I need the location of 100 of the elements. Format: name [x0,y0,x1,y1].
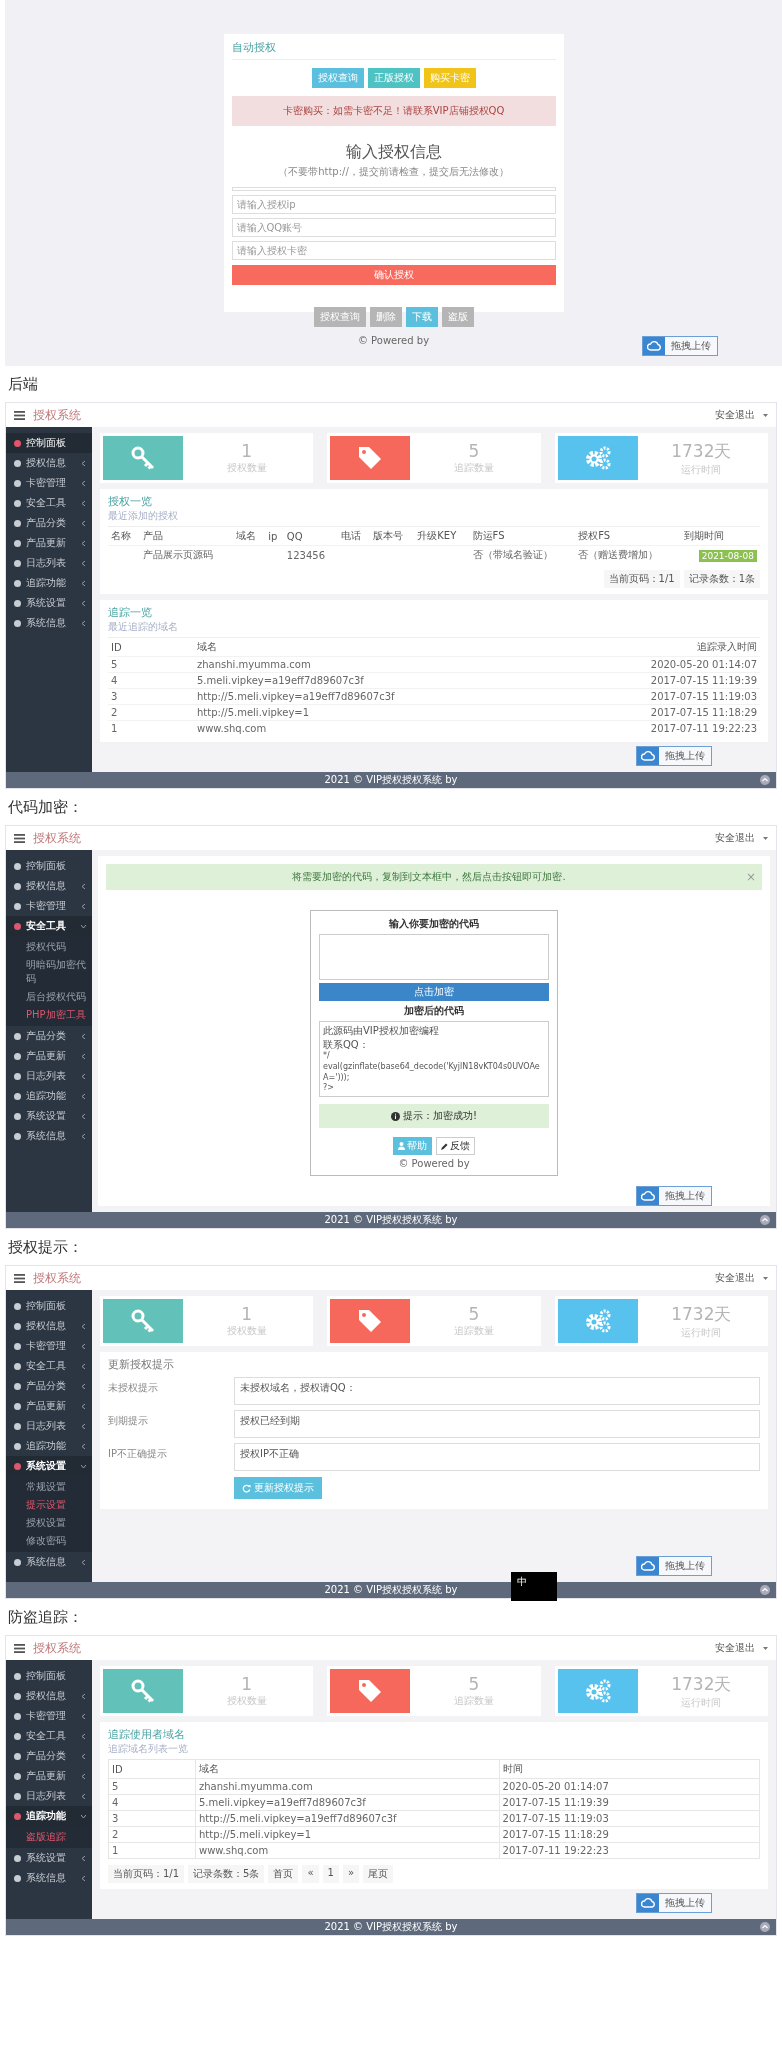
upload-button[interactable]: 拖拽上传 [642,336,718,356]
caret-icon[interactable] [763,836,768,840]
text-area-field[interactable]: 授权已经到期 [234,1410,760,1439]
sidebar-item[interactable]: 安全工具 [6,916,92,936]
sidebar-item[interactable]: 日志列表 [6,1416,92,1437]
submenu-item[interactable]: 提示设置 [6,1496,92,1515]
sidebar-item[interactable]: 产品分类 [6,1746,92,1767]
submenu-item[interactable]: 明暗码加密代码 [6,956,92,988]
stat-value: 1732天 [671,439,732,463]
sidebar-item[interactable]: 控制面板 [6,433,92,453]
sidebar-item[interactable]: 系统信息 [6,1552,92,1573]
sidebar-item[interactable]: 系统设置 [6,1106,92,1126]
text-area-field[interactable]: 授权IP不正确 [234,1443,760,1472]
sidebar-item[interactable]: 日志列表 [6,1786,92,1807]
sidebar-item[interactable]: 追踪功能 [6,1086,92,1106]
sidebar-item[interactable]: 产品更新 [6,1396,92,1417]
sidebar-item[interactable]: 系统设置 [6,593,92,613]
logout-link[interactable]: 安全退出 [715,1641,755,1656]
menu-icon[interactable] [14,410,25,420]
warning-alert: 卡密购买：如需卡密不足！请联系VIP店铺授权QQ [231,96,556,126]
sidebar-item[interactable]: 卡密管理 [6,473,92,493]
brand-title: 授权系统 [33,1639,81,1657]
sidebar-item[interactable]: 控制面板 [6,856,92,876]
bullet-icon [14,1362,21,1370]
sidebar-item[interactable]: 产品更新 [6,533,92,553]
submenu-item[interactable]: 授权设置 [6,1514,92,1533]
pager-item[interactable]: 首页 [268,1865,299,1884]
sidebar-item[interactable]: 安全工具 [6,1356,92,1377]
bullet-icon [14,1422,21,1430]
sidebar-item[interactable]: 追踪功能 [6,573,92,593]
sidebar-item[interactable]: 日志列表 [6,1066,92,1086]
sidebar-item[interactable]: 系统设置 [6,1456,92,1477]
submenu-item[interactable]: 修改密码 [6,1532,92,1551]
logout-link[interactable]: 安全退出 [715,1271,755,1286]
feedback-button[interactable]: 反馈 [436,1137,475,1156]
pager-item[interactable]: » [342,1865,360,1884]
menu-icon[interactable] [14,1643,25,1653]
submenu-item[interactable]: 后台授权代码 [6,988,92,1006]
logout-link[interactable]: 安全退出 [715,831,755,845]
sidebar-item[interactable]: 追踪功能 [6,1436,92,1457]
code-output-field[interactable]: 此源码由VIP授权加密编程 联系QQ： */ eval(gzinflate(base64_decode('KyjlN18vKT04s0UVOAeA='))); ?> [319,1021,549,1098]
sidebar-item[interactable]: 系统信息 [6,613,92,633]
sidebar-item[interactable]: 卡密管理 [6,1336,92,1357]
caret-icon[interactable] [763,1646,768,1650]
pager-item[interactable]: 记录条数：5条 [188,1865,265,1884]
submenu-item[interactable]: 盗版追踪 [6,1828,92,1847]
pager-item[interactable]: 尾页 [363,1865,394,1884]
upload-button[interactable]: 拖拽上传 [636,746,712,766]
scroll-top-icon[interactable] [760,1585,770,1596]
form-hint: （不要带http://，提交前请检查，提交后无法修改） [277,165,510,179]
sidebar-item[interactable]: 产品分类 [6,1376,92,1397]
sidebar-item[interactable]: 控制面板 [6,1666,92,1687]
sidebar-item[interactable]: 产品更新 [6,1046,92,1066]
sidebar-item[interactable]: 安全工具 [6,493,92,513]
scroll-top-icon[interactable] [760,775,770,785]
pager-item[interactable]: 1 [322,1865,339,1884]
sidebar-item[interactable]: 授权信息 [6,876,92,896]
sidebar-item[interactable]: 授权信息 [6,453,92,473]
caret-icon[interactable] [763,413,768,417]
sidebar-item[interactable]: 卡密管理 [6,1706,92,1727]
sidebar-item[interactable]: 产品更新 [6,1766,92,1787]
caret-icon[interactable] [763,1276,768,1280]
logout-link[interactable]: 安全退出 [715,408,755,422]
submenu-item[interactable]: 授权代码 [6,938,92,956]
pager-item[interactable]: 当前页码：1/1 [108,1865,185,1884]
sidebar-item[interactable]: 日志列表 [6,553,92,573]
footer-text: 2021 © VIP授权授权系统 by [324,1583,458,1598]
submenu-item[interactable]: 常规设置 [6,1478,92,1497]
panel-title: 授权一览 [108,494,153,509]
sidebar-item[interactable]: 系统信息 [6,1126,92,1146]
input-field[interactable] [231,187,556,191]
sidebar-item[interactable]: 系统信息 [6,1868,92,1889]
sidebar-item[interactable]: 授权信息 [6,1686,92,1707]
sidebar-item[interactable]: 安全工具 [6,1726,92,1747]
table-cell: 否（赠送费增加） [578,549,659,560]
encrypt-button[interactable]: 点击加密 [319,983,549,1001]
table-cell: 3 [108,688,194,705]
table-cell: 2017-07-11 19:22:23 [558,720,760,736]
sidebar-item[interactable]: 追踪功能 [6,1806,92,1827]
menu-icon[interactable] [14,833,25,843]
submenu-item[interactable]: PHP加密工具 [6,1006,92,1024]
pager-item[interactable]: « [302,1865,319,1884]
stat-value: 1 [241,1304,253,1325]
column-header: ip [265,526,284,546]
upload-button[interactable]: 拖拽上传 [636,1556,712,1577]
sidebar-item[interactable]: 授权信息 [6,1316,92,1337]
sidebar-item[interactable]: 卡密管理 [6,896,92,916]
sidebar-item[interactable]: 产品分类 [6,513,92,533]
menu-icon[interactable] [14,1273,25,1283]
upload-button[interactable]: 拖拽上传 [636,1893,712,1914]
text-area-field[interactable]: 未授权域名，授权请QQ： [234,1377,760,1406]
sidebar-item[interactable]: 产品分类 [6,1026,92,1046]
code-input-field[interactable] [319,934,549,980]
sidebar-item[interactable]: 系统设置 [6,1848,92,1869]
scroll-top-icon[interactable] [760,1922,770,1933]
pager-info: 记录条数：1条 [683,570,760,588]
upload-button[interactable]: 拖拽上传 [636,1186,712,1207]
cloud-icon [637,1894,659,1913]
sidebar-item[interactable]: 控制面板 [6,1296,92,1317]
scroll-top-icon[interactable] [760,1215,770,1226]
